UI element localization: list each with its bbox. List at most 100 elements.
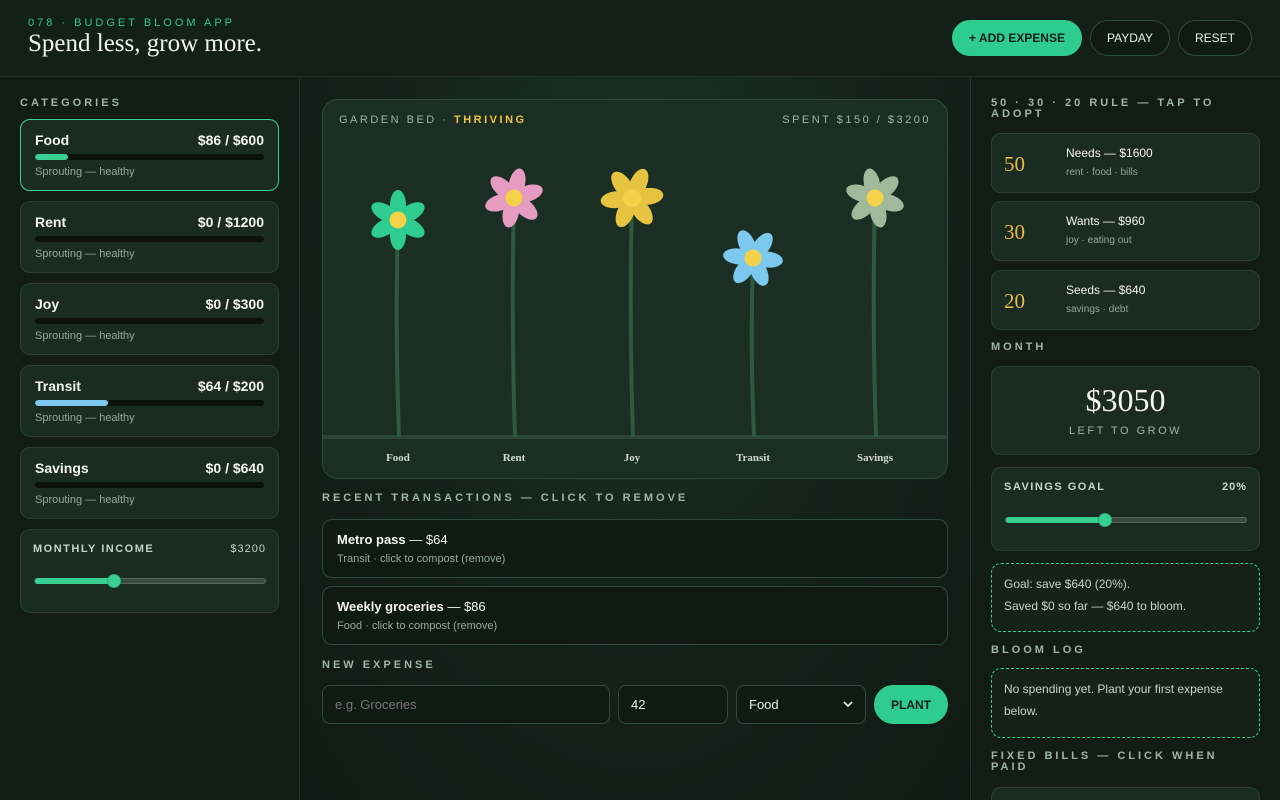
category-name: Food — [35, 132, 70, 148]
right-sidebar: 50 · 30 · 20 RULE — TAP TO ADOPT 50 Need… — [970, 77, 1280, 800]
flower-stem — [871, 197, 878, 438]
app-kicker: 078 · BUDGET BLOOM APP — [28, 17, 236, 29]
add-expense-button[interactable]: + ADD EXPENSE — [952, 20, 1082, 56]
income-slider[interactable] — [34, 574, 266, 588]
transaction-amount: — $64 — [405, 532, 448, 547]
payday-button[interactable]: PAYDAY — [1090, 20, 1170, 56]
transaction-name: Weekly groceries — [337, 599, 444, 614]
flower-stem — [628, 197, 635, 438]
flower-stem — [510, 197, 517, 438]
flower-center — [389, 211, 407, 229]
income-slider-fill — [35, 578, 114, 584]
transaction-amount: — $86 — [443, 599, 486, 614]
flower-rent: Rent — [485, 168, 543, 464]
category-card-savings[interactable]: Savings $0 / $640 Sprouting — healthy — [20, 447, 279, 519]
category-status: Sprouting — healthy — [35, 166, 135, 178]
transaction-item[interactable]: Metro pass — $64 Transit · click to comp… — [322, 519, 948, 578]
category-amount: $0 / $300 — [205, 296, 264, 312]
savings-goal-label: SAVINGS GOAL — [1004, 481, 1106, 493]
rule-card-seeds[interactable]: 20 Seeds — $640 savings · debt — [991, 270, 1260, 330]
rule-sub: savings · debt — [1066, 304, 1129, 315]
savings-goal-pct: 20% — [1221, 481, 1247, 493]
transaction-item[interactable]: Weekly groceries — $86 Food · click to c… — [322, 586, 948, 645]
category-status: Sprouting — healthy — [35, 330, 135, 342]
savings-slider-fill — [1006, 517, 1106, 523]
transaction-name: Metro pass — [337, 532, 406, 547]
flower-label: Joy — [624, 452, 641, 464]
category-progress — [35, 400, 264, 406]
savings-goal-line-1: Goal: save $640 (20%). — [1004, 577, 1131, 591]
main-panel: GARDEN BED · THRIVING SPENT $150 / $3200… — [300, 77, 970, 800]
category-progress-fill — [35, 400, 109, 406]
rule-card-needs[interactable]: 50 Needs — $1600 rent · food · bills — [991, 133, 1260, 193]
rule-heading: 50 · 30 · 20 RULE — TAP TO ADOPT — [991, 97, 1215, 120]
flower-center — [505, 189, 523, 207]
category-card-transit[interactable]: Transit $64 / $200 Sprouting — healthy — [20, 365, 279, 437]
plant-button[interactable]: PLANT — [874, 685, 948, 724]
flower-stem — [394, 219, 401, 438]
rule-card-wants[interactable]: 30 Wants — $960 joy · eating out — [991, 201, 1260, 261]
garden-svg: Food Rent Joy Transit Savings — [323, 168, 947, 464]
flower-center — [744, 249, 762, 267]
fixed-bill-item[interactable] — [991, 787, 1260, 800]
expense-category-value: Food — [749, 697, 779, 712]
expense-name-input[interactable] — [322, 685, 610, 724]
rule-title: Needs — $1600 — [1066, 146, 1153, 160]
category-name: Rent — [35, 214, 67, 230]
flower-transit: Transit — [723, 230, 783, 464]
bloom-log-heading: BLOOM LOG — [991, 644, 1086, 656]
monthly-income-label: MONTHLY INCOME — [33, 543, 155, 555]
flower-savings: Savings — [846, 168, 904, 464]
savings-goal-summary: Goal: save $640 (20%). Saved $0 so far —… — [991, 563, 1260, 632]
month-heading: MONTH — [991, 341, 1047, 353]
savings-goal-line-2: Saved $0 so far — $640 to bloom. — [1004, 599, 1187, 613]
category-progress — [35, 154, 264, 160]
income-slider-thumb[interactable] — [106, 574, 121, 588]
savings-slider-thumb[interactable] — [1098, 513, 1113, 527]
category-status: Sprouting — healthy — [35, 412, 135, 424]
reset-button[interactable]: RESET — [1178, 20, 1252, 56]
expense-category-select[interactable]: Food — [736, 685, 866, 724]
bloom-log-panel: No spending yet. Plant your first expens… — [991, 668, 1260, 738]
expense-amount-input[interactable]: 42 — [618, 685, 728, 724]
category-card-food[interactable]: Food $86 / $600 Sprouting — healthy — [20, 119, 279, 191]
category-progress — [35, 482, 264, 488]
transaction-sub: Food · click to compost (remove) — [337, 620, 498, 632]
rule-title: Seeds — $640 — [1066, 283, 1146, 297]
flower-stem — [749, 257, 756, 438]
month-caption: LEFT TO GROW — [1068, 425, 1183, 437]
ground-line — [323, 435, 947, 439]
month-left-value: $3050 — [1085, 382, 1166, 418]
category-amount: $86 / $600 — [197, 132, 264, 148]
garden-bed: GARDEN BED · THRIVING SPENT $150 / $3200… — [322, 99, 948, 479]
categories-sidebar: CATEGORIES Food $86 / $600 Sprouting — h… — [0, 77, 300, 800]
new-expense-heading: NEW EXPENSE — [322, 659, 436, 671]
chevron-down-icon — [843, 701, 853, 708]
category-progress — [35, 318, 264, 324]
flower-label: Rent — [503, 452, 526, 464]
month-panel: $3050 LEFT TO GROW — [991, 366, 1260, 455]
category-name: Savings — [35, 460, 89, 476]
transactions-heading: RECENT TRANSACTIONS — CLICK TO REMOVE — [322, 492, 689, 504]
rule-sub: rent · food · bills — [1066, 167, 1138, 178]
category-amount: $0 / $640 — [205, 460, 264, 476]
savings-slider[interactable] — [1005, 513, 1247, 527]
flower-joy: Joy — [600, 168, 664, 464]
rule-pct: 20 — [1004, 289, 1025, 313]
category-status: Sprouting — healthy — [35, 248, 135, 260]
flower-center — [623, 189, 641, 207]
bloom-log-text: No spending yet. Plant your first expens… — [1004, 682, 1223, 718]
flower-label: Transit — [736, 452, 770, 464]
category-card-joy[interactable]: Joy $0 / $300 Sprouting — healthy — [20, 283, 279, 355]
category-card-rent[interactable]: Rent $0 / $1200 Sprouting — healthy — [20, 201, 279, 273]
flower-food: Food — [371, 190, 425, 464]
category-name: Transit — [35, 378, 81, 394]
category-amount: $64 / $200 — [197, 378, 264, 394]
flower-center — [866, 189, 884, 207]
category-status: Sprouting — healthy — [35, 494, 135, 506]
category-name: Joy — [35, 296, 60, 312]
app-header: 078 · BUDGET BLOOM APP Spend less, grow … — [0, 0, 1280, 77]
flower-label: Savings — [857, 452, 894, 464]
transaction-sub: Transit · click to compost (remove) — [337, 553, 506, 565]
category-progress — [35, 236, 264, 242]
